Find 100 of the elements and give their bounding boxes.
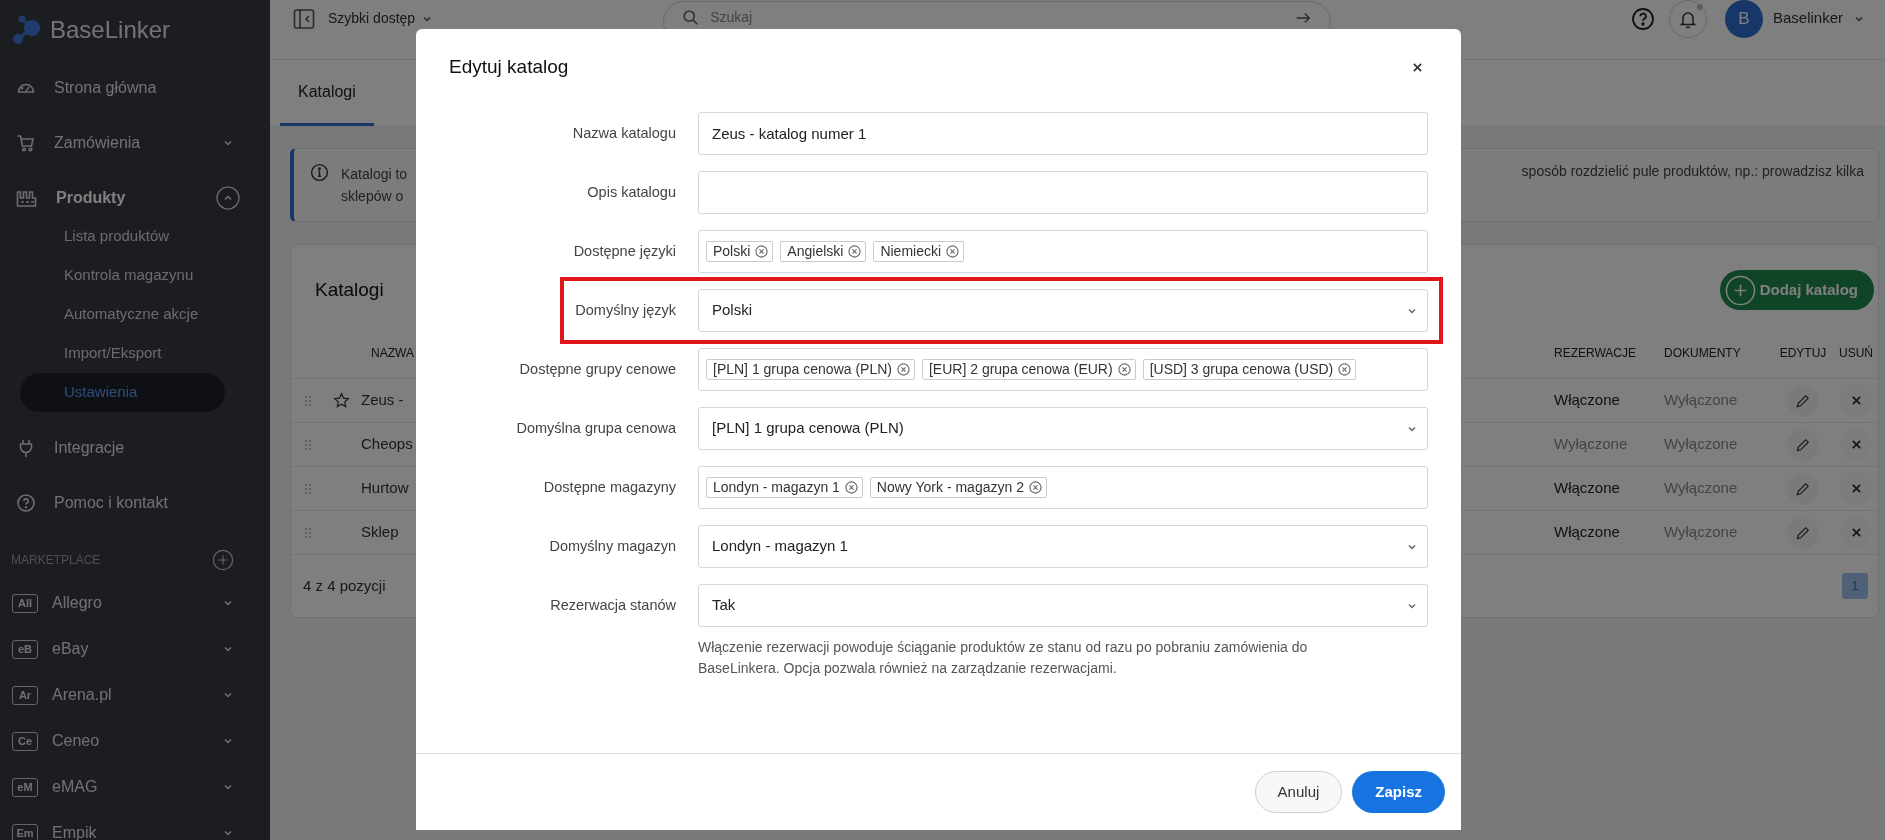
quick-access-dropdown[interactable]: Szybki dostęp [328, 8, 434, 29]
drag-handle-icon[interactable] [304, 482, 312, 495]
marketplace-item[interactable]: eM eMAG [0, 764, 270, 810]
add-icon[interactable] [212, 549, 234, 571]
tag-field[interactable]: Polski Angielski Niemiecki [698, 230, 1428, 273]
column-header: USUŃ [1839, 344, 1873, 362]
delete-button[interactable] [1840, 428, 1872, 461]
tag-field[interactable]: [PLN] 1 grupa cenowa (PLN) [EUR] 2 grupa cenowa (EUR) [USD] 3 grupa cenowa (USD) [698, 348, 1428, 391]
table-cell: Włączone [1554, 479, 1620, 497]
pencil-icon [1795, 436, 1811, 453]
remove-tag-icon[interactable] [1338, 363, 1352, 376]
cart-icon [16, 132, 36, 153]
table-cell: Wyłączone [1664, 391, 1738, 409]
remove-tag-icon[interactable] [848, 245, 862, 258]
marketplace-badge: Em [12, 823, 38, 840]
close-icon [1850, 395, 1862, 406]
info-text: Katalogi to [341, 165, 408, 184]
sidebar-item[interactable]: Zamówienia [0, 115, 270, 170]
search-input[interactable]: Szukaj [710, 4, 1285, 29]
column-header: DOKUMENTY [1664, 344, 1741, 362]
delete-button[interactable] [1840, 472, 1872, 505]
tag-chip: [EUR] 2 grupa cenowa (EUR) [922, 359, 1136, 380]
field-label: Opis katalogu [587, 182, 676, 202]
info-icon [310, 163, 329, 182]
edit-button[interactable] [1787, 384, 1819, 417]
marketplace-item[interactable]: eB eBay [0, 626, 270, 672]
avatar[interactable]: B [1724, 0, 1763, 38]
tag-chip: [PLN] 1 grupa cenowa (PLN) [706, 359, 915, 380]
user-name[interactable]: Baselinker [1772, 7, 1843, 30]
submenu-item[interactable]: Import/Eksport [20, 334, 246, 373]
plus-icon [1724, 274, 1756, 306]
tag-chip: Angielski [780, 241, 867, 262]
collapse-icon[interactable] [216, 185, 240, 210]
table-cell: Wyłączone [1554, 435, 1628, 453]
close-icon [1850, 527, 1862, 538]
add-catalog-button[interactable]: Dodaj katalog [1719, 270, 1874, 310]
marketplace-badge: Ce [12, 731, 38, 751]
remove-tag-icon[interactable] [1028, 481, 1042, 494]
marketplace-badge: Ar [12, 685, 38, 705]
drag-handle-icon[interactable] [304, 438, 312, 451]
marketplace-item[interactable]: Ce Ceneo [0, 718, 270, 764]
select-field[interactable]: [PLN] 1 grupa cenowa (PLN) [698, 407, 1428, 450]
field-label: Dostępne języki [573, 241, 676, 261]
marketplace-badge: eM [12, 777, 38, 797]
submenu-item[interactable]: Kontrola magazynu [20, 256, 246, 295]
save-button[interactable]: Zapisz [1352, 771, 1445, 813]
marketplace-item[interactable]: Ar Arena.pl [0, 672, 270, 718]
remove-tag-icon[interactable] [755, 245, 769, 258]
select-field[interactable]: Londyn - magazyn 1 [698, 525, 1428, 568]
app-logo: BaseLinker [50, 15, 171, 45]
select-field[interactable]: Tak [698, 584, 1428, 627]
select-field[interactable]: Polski [698, 289, 1428, 332]
tag-chip: [USD] 3 grupa cenowa (USD) [1142, 359, 1357, 380]
text-field[interactable]: Zeus - katalog numer 1 [698, 112, 1428, 155]
marketplace-badge: All [12, 593, 38, 613]
pencil-icon [1795, 480, 1811, 497]
marketplace-item[interactable]: All Allegro [0, 580, 270, 626]
table-cell-text: Sklep [361, 522, 399, 543]
sidebar-toggle-icon[interactable] [292, 6, 316, 31]
table-cell-text: Hurtow [361, 478, 409, 499]
close-icon [1850, 439, 1862, 450]
remove-tag-icon[interactable] [1117, 363, 1131, 376]
submenu-item[interactable]: Automatyczne akcje [20, 295, 246, 334]
star-icon[interactable] [333, 392, 350, 409]
delete-button[interactable] [1840, 384, 1872, 417]
tag-field[interactable]: Londyn - magazyn 1 Nowy York - magazyn 2 [698, 466, 1428, 509]
edit-button[interactable] [1787, 516, 1819, 549]
sidebar-item[interactable]: Integracje [0, 420, 270, 475]
help-text: Włączenie rezerwacji powoduje ściąganie produktów ze stanu od razu po pobraniu zamówienia do BaseLinkera. Opcja pozwala również na zarządzanie rezerwacjami. [698, 638, 1309, 678]
info-text: sklepów o [341, 187, 405, 206]
card-title: Katalogi [315, 277, 384, 302]
page-button[interactable]: 1 [1842, 573, 1868, 599]
cancel-button[interactable]: Anuluj [1254, 771, 1343, 813]
info-text: sposób rozdzielić pule produktów, np.: prowadzisz kilka [1521, 162, 1864, 181]
submenu-item[interactable]: Ustawienia [20, 373, 225, 412]
close-icon [1850, 483, 1862, 494]
pencil-icon [1795, 524, 1811, 541]
sidebar-item[interactable]: Strona główna [0, 60, 270, 115]
edit-button[interactable] [1787, 472, 1819, 505]
tab[interactable]: Katalogi [280, 60, 374, 126]
delete-button[interactable] [1840, 516, 1872, 549]
sidebar-item[interactable]: Pomoc i kontakt [0, 475, 270, 530]
remove-tag-icon[interactable] [946, 245, 960, 258]
table-cell: Wyłączone [1664, 479, 1738, 497]
text-field[interactable] [698, 171, 1428, 214]
drag-handle-icon[interactable] [304, 394, 312, 407]
tag-chip: Niemiecki [873, 241, 965, 262]
drag-handle-icon[interactable] [304, 526, 312, 539]
table-cell: Włączone [1554, 523, 1620, 541]
column-header: REZERWACJE [1554, 344, 1636, 362]
help-icon[interactable] [1630, 6, 1655, 31]
tag-chip: Nowy York - magazyn 2 [869, 477, 1047, 498]
remove-tag-icon[interactable] [897, 363, 910, 376]
edit-button[interactable] [1787, 428, 1819, 461]
close-icon[interactable] [1412, 61, 1423, 73]
remove-tag-icon[interactable] [844, 481, 858, 494]
field-label: Nazwa katalogu [572, 123, 676, 143]
help-icon [16, 492, 36, 513]
table-cell: Wyłączone [1664, 435, 1738, 453]
field-label: Dostępne grupy cenowe [519, 359, 676, 379]
